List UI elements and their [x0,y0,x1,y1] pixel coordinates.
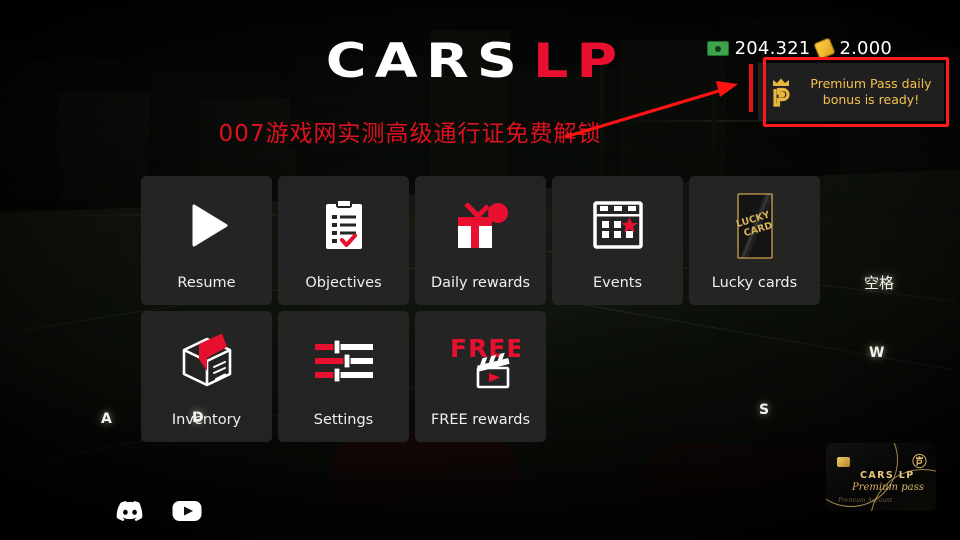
youtube-icon[interactable] [172,500,202,527]
menu-tile-label: Resume [177,275,235,305]
coin-icon [814,37,836,59]
crown-p-icon [758,77,804,107]
menu-tile-objectives[interactable]: Objectives [278,176,409,305]
menu-tile-daily-rewards[interactable]: Daily rewards [415,176,546,305]
menu-tile-label: Events [593,275,642,305]
menu-tile-inventory[interactable]: Inventory [141,311,272,442]
discord-icon[interactable] [116,500,144,527]
calendar-star-icon [552,176,683,275]
premium-banner-line1: Premium Pass daily [804,76,938,92]
card-footnote: Premium Account [838,497,892,504]
card-tagline: Premium pass [852,482,924,493]
cash-icon [707,41,729,56]
watermark-text: 007游戏网实测高级通行证免费解锁 [0,114,820,148]
currency-bar: 204.321 2.000 [707,38,892,59]
banner-accent-bar [749,64,753,112]
menu-tile-label: Lucky cards [712,275,797,305]
premium-banner-line2: bonus is ready! [804,92,938,108]
social-links [116,500,202,527]
key-hint-s: S [759,402,769,418]
card-chip-icon [837,457,850,467]
card-brand: CARS LP [860,470,915,481]
menu-tile-label: Daily rewards [431,275,530,305]
menu-tile-resume[interactable]: Resume [141,176,272,305]
free-video-icon: FREE [415,311,546,412]
cash-amount: 204.321 [735,38,811,59]
menu-tile-label: Objectives [305,275,381,305]
menu-tile-settings[interactable]: Settings [278,311,409,442]
box-icon [141,311,272,412]
clipboard-check-icon [278,176,409,275]
game-main-menu-screen: CARS LP 007游戏网实测高级通行证免费解锁 204.321 2.000 P… [0,0,960,540]
play-icon [141,176,272,275]
menu-tile-label: FREE rewards [431,412,530,442]
coin-amount: 2.000 [839,38,892,59]
key-hint-w: W [869,345,884,361]
key-hint-d: D [192,410,204,426]
menu-tile-events[interactable]: Events [552,176,683,305]
gift-icon [415,176,546,275]
premium-banner-text: Premium Pass daily bonus is ready! [804,76,944,108]
menu-tile-lucky-cards[interactable]: LUCKY CARD Lucky cards [689,176,820,305]
menu-tile-label: Inventory [172,412,241,442]
key-hint-space: 空格 [864,272,894,293]
lucky-card-icon: LUCKY CARD [689,176,820,275]
premium-pass-banner[interactable]: Premium Pass daily bonus is ready! [758,63,944,121]
menu-tile-label: Settings [314,412,373,442]
key-hint-a: A [101,411,112,427]
sliders-icon [278,311,409,412]
menu-tile-free-rewards[interactable]: FREE FREE rewards [415,311,546,442]
crown-p-icon [912,453,927,471]
premium-pass-card[interactable]: CARS LP Premium pass Premium Account [826,443,936,511]
